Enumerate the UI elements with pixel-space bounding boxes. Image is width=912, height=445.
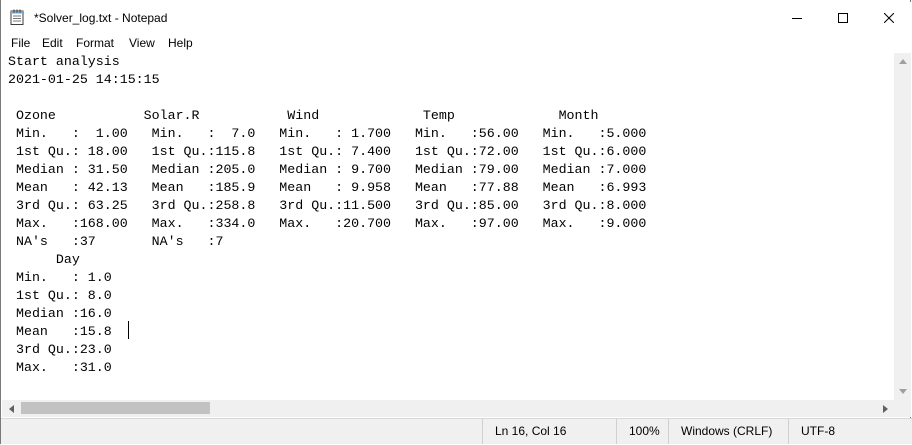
menu-bar: File Edit Format View Help [1,33,912,53]
text-line: Median : 31.50 Median :205.0 Median : 9.… [8,162,647,177]
maximize-button[interactable] [820,2,866,33]
text-line: Max. :31.0 [8,360,112,375]
text-line: NA's :37 NA's :7 [8,234,224,249]
title-bar[interactable]: *Solver_log.txt - Notepad [1,2,912,33]
status-line-ending: Windows (CRLF) [668,419,788,444]
text-line: Start analysis [8,54,120,69]
status-encoding: UTF-8 [788,419,912,444]
text-line: 3rd Qu.:23.0 [8,342,112,357]
status-zoom: 100% [616,419,668,444]
scroll-left-icon[interactable] [3,400,20,417]
notepad-window: *Solver_log.txt - Notepad File Edit Form… [0,0,912,444]
close-icon [884,12,894,23]
scroll-up-icon[interactable] [894,53,911,70]
horizontal-scrollbar[interactable] [2,400,894,417]
menu-view[interactable]: View [129,36,155,50]
scroll-right-icon[interactable] [877,400,894,417]
text-line: 1st Qu.: 18.00 1st Qu.:115.8 1st Qu.: 7.… [8,144,647,159]
horizontal-scroll-thumb[interactable] [21,402,210,414]
scroll-down-icon[interactable] [894,383,911,400]
notepad-icon[interactable] [10,9,24,25]
menu-file[interactable]: File [11,36,30,50]
window-title: *Solver_log.txt - Notepad [34,11,168,25]
text-line: Max. :168.00 Max. :334.0 Max. :20.700 Ma… [8,216,647,231]
menu-format[interactable]: Format [76,36,114,50]
status-cursor-position: Ln 16, Col 16 [482,419,616,444]
text-line: Ozone Solar.R Wind Temp Month [8,108,599,123]
scrollbar-corner [894,400,911,417]
minimize-button[interactable] [774,2,820,33]
text-line: Mean : 42.13 Mean :185.9 Mean : 9.958 Me… [8,180,647,195]
text-editor[interactable]: Start analysis 2021-01-25 14:15:15 Ozone… [2,53,893,400]
text-caret [128,321,129,339]
menu-help[interactable]: Help [168,36,193,50]
text-line: 1st Qu.: 8.0 [8,288,112,303]
maximize-icon [838,12,848,23]
text-line: Min. : 1.0 [8,270,112,285]
menu-edit[interactable]: Edit [42,36,63,50]
minimize-icon [792,13,802,23]
text-line: Min. : 1.00 Min. : 7.0 Min. : 1.700 Min.… [8,126,647,141]
text-line: Mean :15.8 [8,324,112,339]
status-bar: Ln 16, Col 16 100% Windows (CRLF) UTF-8 [1,418,912,444]
text-line: 2021-01-25 14:15:15 [8,72,160,87]
close-button[interactable] [866,2,912,33]
text-line: 3rd Qu.: 63.25 3rd Qu.:258.8 3rd Qu.:11.… [8,198,647,213]
vertical-scrollbar[interactable] [894,53,911,400]
text-line: Median :16.0 [8,306,112,321]
text-line: Day [8,252,80,267]
